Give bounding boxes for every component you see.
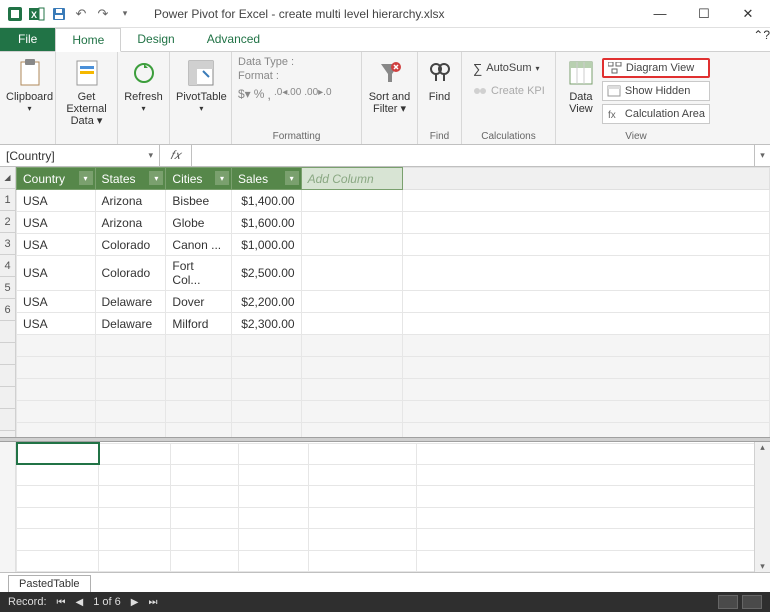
decrease-decimal-icon[interactable]: .00▸.0 — [304, 87, 331, 102]
add-column-header[interactable]: Add Column — [301, 168, 402, 190]
find-icon — [425, 58, 455, 88]
fx-icon[interactable]: 𝑓𝑥 — [160, 145, 192, 166]
filter-icon — [375, 58, 405, 88]
database-icon — [72, 58, 102, 88]
table-row: USAColoradoCanon ...$1,000.00 — [17, 234, 770, 256]
formula-expand-icon[interactable]: ▾ — [754, 145, 770, 166]
row-header[interactable]: 3 — [0, 233, 15, 255]
calculations-group-label: Calculations — [468, 131, 549, 144]
calc-cell-selected[interactable] — [17, 443, 99, 464]
row-header[interactable]: 6 — [0, 299, 15, 321]
column-header-cities[interactable]: Cities▾ — [166, 168, 232, 190]
tab-home[interactable]: Home — [55, 28, 121, 52]
hidden-icon — [607, 85, 621, 97]
increase-decimal-icon[interactable]: .0◂.00 — [274, 87, 301, 102]
filter-dropdown-icon[interactable]: ▾ — [149, 171, 163, 185]
table-row: USAArizonaGlobe$1,600.00 — [17, 212, 770, 234]
row-header[interactable] — [0, 343, 15, 365]
powerpivot-icon — [6, 5, 24, 23]
column-header-sales[interactable]: Sales▾ — [232, 168, 302, 190]
row-header[interactable] — [0, 409, 15, 431]
table-row — [17, 335, 770, 357]
find-group-label: Find — [424, 131, 455, 144]
close-button[interactable]: ✕ — [726, 0, 770, 28]
table-row — [17, 401, 770, 423]
formatting-group-label: Formatting — [238, 131, 355, 144]
sigma-icon: ∑ — [473, 61, 482, 76]
view-group-label: View — [562, 131, 710, 144]
comma-icon[interactable]: , — [267, 87, 271, 102]
row-header[interactable] — [0, 387, 15, 409]
table-row: USAColoradoFort Col...$2,500.00 — [17, 256, 770, 291]
record-position: 1 of 6 — [93, 596, 121, 608]
view-mode-diagram-button[interactable] — [742, 595, 762, 609]
table-row — [17, 423, 770, 438]
view-mode-grid-button[interactable] — [718, 595, 738, 609]
collapse-ribbon-icon[interactable]: ⌃ — [753, 28, 763, 51]
excel-icon: X — [28, 5, 46, 23]
save-icon[interactable] — [50, 5, 68, 23]
filter-dropdown-icon[interactable]: ▾ — [79, 171, 93, 185]
calc-area-icon: fx — [607, 108, 621, 120]
formula-input[interactable] — [192, 145, 754, 166]
table-row: USADelawareDover$2,200.00 — [17, 291, 770, 313]
kpi-icon — [473, 84, 487, 98]
refresh-button[interactable]: Refresh ▾ — [124, 54, 163, 115]
calculation-area-button[interactable]: fx Calculation Area — [602, 104, 710, 124]
filter-dropdown-icon[interactable]: ▾ — [215, 171, 229, 185]
show-hidden-button[interactable]: Show Hidden — [602, 81, 710, 101]
table-row: USAArizonaBisbee$1,400.00 — [17, 190, 770, 212]
row-header[interactable]: 2 — [0, 211, 15, 233]
pivottable-button[interactable]: PivotTable ▾ — [176, 54, 227, 115]
vertical-scrollbar[interactable]: ▴▾ — [754, 442, 770, 572]
select-all-corner[interactable]: ◢ — [0, 167, 15, 189]
row-header[interactable]: 4 — [0, 255, 15, 277]
create-kpi-button[interactable]: Create KPI — [468, 81, 550, 101]
datatype-label: Data Type : — [238, 56, 294, 68]
diagram-view-button[interactable]: Diagram View — [602, 58, 710, 78]
row-header[interactable]: 1 — [0, 189, 15, 211]
table-row — [17, 379, 770, 401]
find-button[interactable]: Find — [424, 54, 455, 103]
currency-icon[interactable]: $▾ — [238, 87, 251, 102]
tab-file[interactable]: File — [0, 28, 55, 51]
sheet-tab-pastedtable[interactable]: PastedTable — [8, 575, 91, 592]
namebox-dropdown-icon[interactable]: ▾ — [148, 150, 153, 161]
row-header[interactable]: 5 — [0, 277, 15, 299]
name-box[interactable]: [Country] ▾ — [0, 145, 160, 166]
column-header-states[interactable]: States▾ — [95, 168, 166, 190]
column-header-country[interactable]: Country▾ — [17, 168, 96, 190]
get-external-data-button[interactable]: Get ExternalData ▾ — [62, 54, 111, 127]
pivottable-icon — [186, 58, 216, 88]
tab-design[interactable]: Design — [121, 28, 190, 51]
table-row — [17, 357, 770, 379]
tab-advanced[interactable]: Advanced — [191, 28, 276, 51]
clipboard-button[interactable]: Clipboard ▾ — [6, 54, 53, 115]
percent-icon[interactable]: % — [254, 87, 265, 102]
row-header[interactable] — [0, 321, 15, 343]
help-icon[interactable]: ? — [763, 28, 770, 51]
minimize-button[interactable]: — — [638, 0, 682, 28]
row-header[interactable] — [0, 365, 15, 387]
data-view-icon — [566, 58, 596, 88]
qat-dropdown-icon[interactable]: ▾ — [116, 5, 134, 23]
maximize-button[interactable]: ☐ — [682, 0, 726, 28]
sort-filter-button[interactable]: Sort andFilter ▾ — [368, 54, 411, 115]
window-title: Power Pivot for Excel - create multi lev… — [134, 7, 638, 21]
diagram-icon — [608, 62, 622, 74]
filter-dropdown-icon[interactable]: ▾ — [285, 171, 299, 185]
record-label: Record: — [8, 596, 47, 608]
undo-icon[interactable]: ↶ — [72, 5, 90, 23]
svg-text:fx: fx — [608, 110, 616, 120]
refresh-icon — [129, 58, 159, 88]
format-label: Format : — [238, 70, 279, 82]
autosum-button[interactable]: ∑ AutoSum ▾ — [468, 58, 550, 78]
table-row: USADelawareMilford$2,300.00 — [17, 313, 770, 335]
data-view-button[interactable]: DataView — [562, 54, 600, 115]
clipboard-icon — [15, 58, 45, 88]
redo-icon[interactable]: ↷ — [94, 5, 112, 23]
svg-text:X: X — [31, 10, 37, 20]
